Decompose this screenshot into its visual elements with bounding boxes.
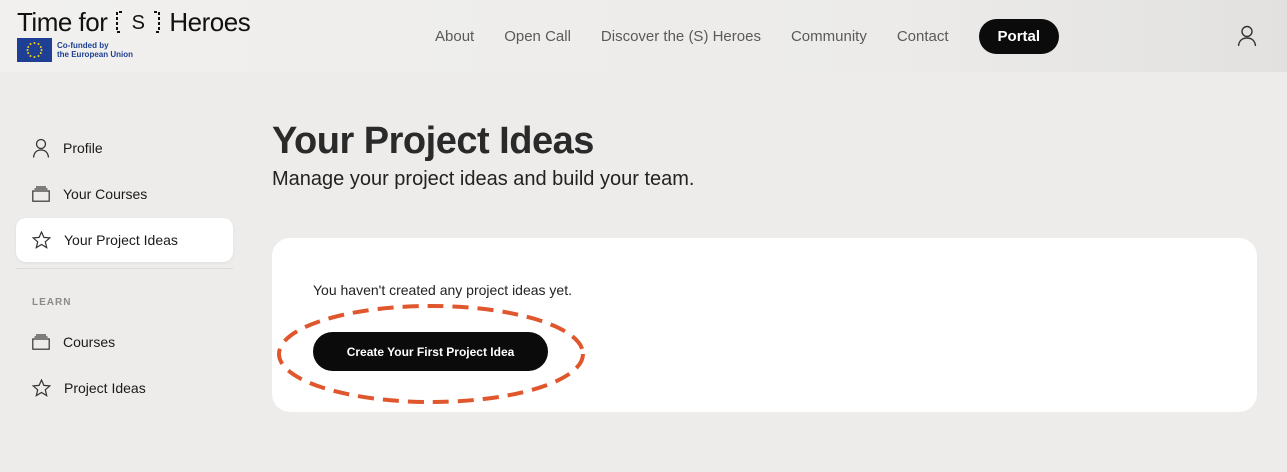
create-first-project-idea-button[interactable]: Create Your First Project Idea: [313, 332, 548, 371]
nav-community[interactable]: Community: [791, 28, 867, 45]
sidebar-item-label: Courses: [63, 334, 116, 350]
stack-icon: [32, 186, 50, 202]
sidebar-item-label: Profile: [63, 140, 103, 156]
brand-logo[interactable]: Time for S Heroes Co-funded by the Europ…: [17, 7, 251, 62]
page-subtitle: Manage your project ideas and build your…: [272, 168, 695, 190]
sidebar-item-project-ideas[interactable]: Project Ideas: [16, 366, 233, 410]
sidebar-item-courses[interactable]: Courses: [16, 320, 233, 364]
star-icon: [32, 379, 51, 397]
sidebar-item-label: Your Courses: [63, 186, 148, 202]
site-header: Time for S Heroes Co-funded by the Europ…: [0, 0, 1287, 72]
svg-text:S: S: [132, 12, 145, 34]
brand-title: Time for S Heroes: [17, 7, 251, 37]
star-icon: [32, 231, 51, 249]
sidebar-item-your-courses[interactable]: Your Courses: [16, 172, 233, 216]
brand-title-right: Heroes: [169, 7, 251, 37]
project-ideas-card: You haven't created any project ideas ye…: [272, 238, 1257, 412]
portal-button[interactable]: Portal: [978, 18, 1060, 54]
brand-title-left: Time for: [17, 7, 108, 37]
nav-open-call[interactable]: Open Call: [504, 28, 571, 45]
stack-icon: [32, 334, 50, 350]
main-nav: About Open Call Discover the (S) Heroes …: [435, 18, 1089, 54]
eu-flag-icon: [17, 38, 52, 62]
empty-state-message: You haven't created any project ideas ye…: [313, 282, 572, 298]
user-icon: [32, 138, 50, 158]
eu-cofunded: Co-funded by the European Union: [17, 38, 250, 62]
sidebar-section-learn: LEARN: [32, 297, 72, 308]
eu-line-2: the European Union: [57, 50, 133, 59]
eu-text: Co-funded by the European Union: [57, 41, 133, 59]
sidebar-item-label: Project Ideas: [64, 380, 146, 396]
sidebar-item-profile[interactable]: Profile: [16, 126, 233, 170]
sidebar-item-label: Your Project Ideas: [64, 232, 178, 248]
nav-about[interactable]: About: [435, 28, 474, 45]
sidebar: Profile Your Courses Your Project Ideas …: [16, 126, 233, 412]
brand-mark-icon: S: [113, 10, 163, 34]
eu-line-1: Co-funded by: [57, 41, 109, 50]
main-content: Your Project Ideas Manage your project i…: [272, 118, 1257, 412]
sidebar-item-your-project-ideas[interactable]: Your Project Ideas: [16, 218, 233, 262]
user-icon[interactable]: [1237, 25, 1257, 52]
nav-discover-heroes[interactable]: Discover the (S) Heroes: [601, 28, 761, 45]
sidebar-divider: [16, 268, 233, 269]
page-title: Your Project Ideas: [272, 120, 594, 162]
nav-contact[interactable]: Contact: [897, 28, 949, 45]
